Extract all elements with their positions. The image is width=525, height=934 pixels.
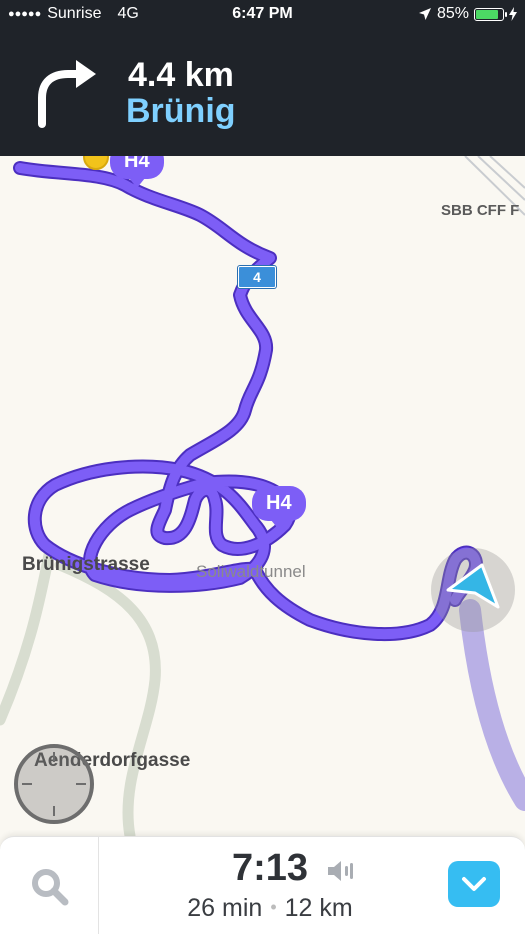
trip-info: 26 min • 12 km (150, 894, 390, 923)
chevron-down-icon (462, 877, 486, 891)
route-badge-h4[interactable]: H4 (252, 486, 306, 530)
status-right: 85% (418, 5, 517, 23)
battery-percent: 85% (436, 5, 469, 22)
previous-route (459, 599, 525, 811)
eta-panel[interactable]: 7:13 26 min • 12 km (150, 837, 390, 934)
route-badge-h4-top[interactable]: H4 (110, 156, 164, 188)
remaining-distance: 12 km (284, 894, 353, 922)
charging-bolt-icon (509, 7, 517, 21)
speaker-icon[interactable] (326, 859, 356, 883)
poi-marker-icon[interactable] (83, 156, 109, 170)
search-button[interactable] (20, 865, 80, 909)
navigation-instruction-panel[interactable]: 4.4 km Brünig (0, 28, 525, 156)
next-turn-distance: 4.4 km (128, 56, 234, 94)
search-icon (32, 869, 69, 906)
battery-fill (476, 9, 498, 19)
map-label-sbb: SBB CFF F (441, 202, 520, 219)
map-view[interactable]: H4 H4 4 SBB CFF F Brünigstrasse Soliwald… (0, 156, 525, 836)
map-label-brunigstrasse: Brünigstrasse (22, 554, 150, 575)
road-shield-4[interactable]: 4 (238, 266, 276, 288)
status-bar: ●●●●● Sunrise 4G 6:47 PM 85% (0, 0, 525, 28)
expand-menu-button[interactable] (448, 861, 500, 907)
divider (98, 837, 99, 934)
battery-icon (474, 7, 507, 21)
remaining-time: 26 min (187, 894, 263, 922)
compass-icon (22, 752, 86, 816)
map-label-soliwaldtunnel: Soliwaldtunnel (196, 562, 306, 581)
location-arrow-icon (418, 8, 431, 20)
turn-right-icon (38, 60, 96, 128)
compass-button[interactable] (14, 744, 94, 824)
next-street-name: Brünig (126, 92, 236, 130)
separator-dot: • (270, 897, 277, 917)
trip-summary-bar[interactable]: 7:13 26 min • 12 km (0, 836, 525, 934)
